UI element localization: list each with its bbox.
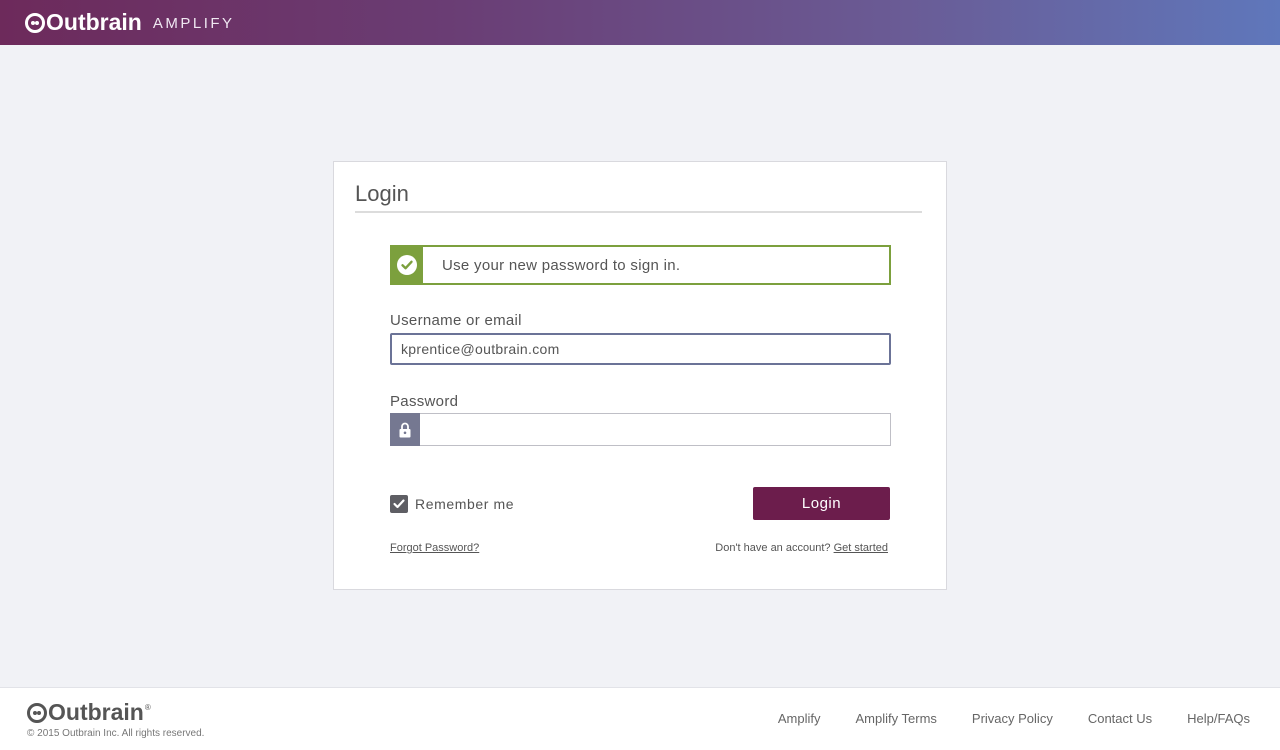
remember-me[interactable]: Remember me <box>390 495 514 513</box>
password-field <box>390 413 891 446</box>
copyright-text: © 2015 Outbrain Inc. All rights reserved… <box>27 728 205 739</box>
brand-product-name: AMPLIFY <box>152 15 235 32</box>
brand-name: Outbrain <box>46 9 142 35</box>
checkmark-icon <box>393 499 405 509</box>
footer-logo: Outbrain ® <box>27 699 151 726</box>
signup-prompt-text: Don't have an account? <box>715 542 831 554</box>
remember-checkbox[interactable] <box>390 495 408 513</box>
login-button[interactable]: Login <box>753 487 890 520</box>
footer-link-amplify-terms[interactable]: Amplify Terms <box>856 711 937 726</box>
lock-icon <box>390 413 420 446</box>
login-title: Login <box>355 181 409 206</box>
check-circle-icon <box>396 255 417 275</box>
outbrain-logo-icon <box>25 12 45 33</box>
username-label: Username or email <box>390 312 522 329</box>
title-divider <box>355 211 922 213</box>
outbrain-footer-logo-icon <box>27 702 47 723</box>
signup-prompt: Don't have an account? Get started <box>715 542 888 554</box>
login-card: Login Use your new password to sign in. … <box>333 161 947 590</box>
top-header: Outbrain AMPLIFY <box>0 0 1280 45</box>
password-input[interactable] <box>420 413 891 446</box>
brand-logo-link[interactable]: Outbrain AMPLIFY <box>25 9 235 36</box>
page-footer: Outbrain ® © 2015 Outbrain Inc. All righ… <box>0 687 1280 750</box>
username-input[interactable] <box>390 333 891 365</box>
footer-nav: Amplify Amplify Terms Privacy Policy Con… <box>743 711 1250 726</box>
registered-mark: ® <box>144 703 151 712</box>
footer-link-amplify[interactable]: Amplify <box>778 711 821 726</box>
alert-icon-box <box>390 246 423 284</box>
footer-link-contact-us[interactable]: Contact Us <box>1088 711 1152 726</box>
footer-link-help-faqs[interactable]: Help/FAQs <box>1187 711 1250 726</box>
password-label: Password <box>390 393 459 410</box>
get-started-link[interactable]: Get started <box>834 542 888 554</box>
forgot-password-link[interactable]: Forgot Password? <box>390 542 479 554</box>
remember-label: Remember me <box>415 496 515 512</box>
footer-brand-name: Outbrain <box>48 699 144 725</box>
alert-message: Use your new password to sign in. <box>442 256 681 274</box>
success-alert: Use your new password to sign in. <box>390 245 891 285</box>
footer-link-privacy-policy[interactable]: Privacy Policy <box>972 711 1053 726</box>
